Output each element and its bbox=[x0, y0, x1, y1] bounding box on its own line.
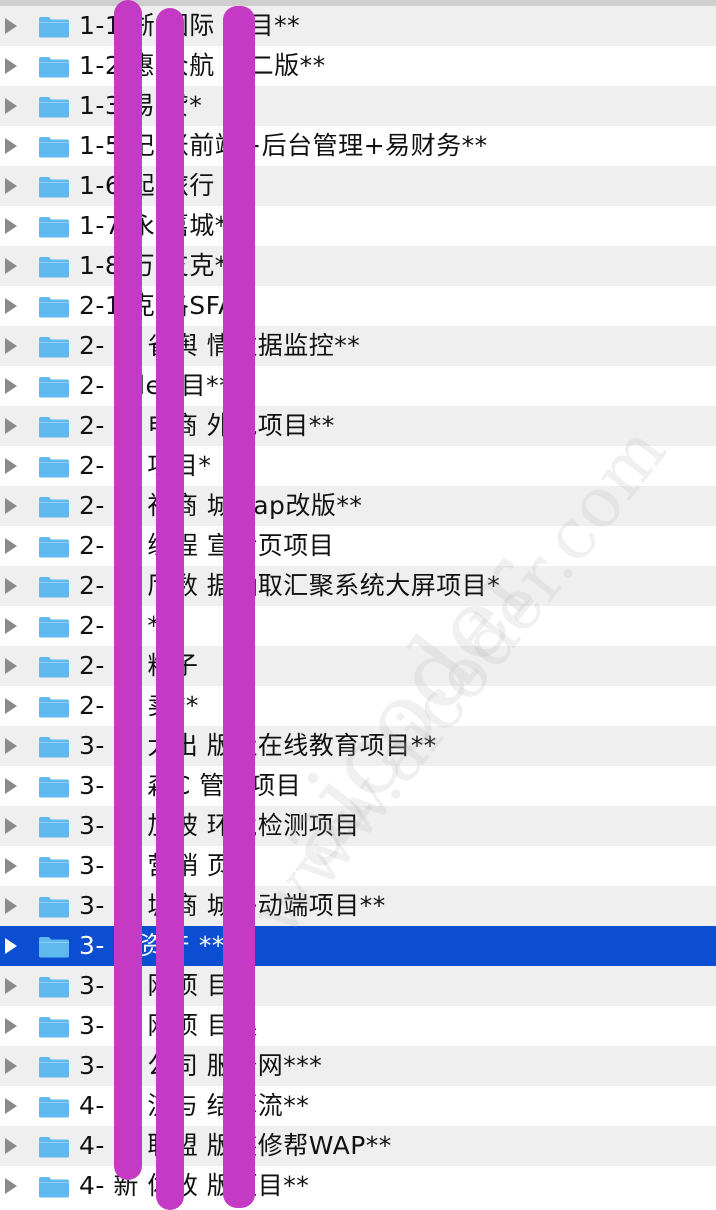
disclosure-triangle-icon[interactable] bbox=[5, 378, 17, 394]
disclosure-triangle-icon[interactable] bbox=[5, 18, 17, 34]
folder-icon bbox=[38, 176, 70, 198]
folder-icon bbox=[38, 856, 70, 878]
folder-row[interactable]: 3- 证 公司 服务网*** bbox=[0, 1046, 716, 1086]
folder-icon bbox=[38, 496, 70, 518]
folder-icon bbox=[38, 696, 70, 718]
folder-icon bbox=[38, 576, 70, 598]
disclosure-triangle-icon[interactable] bbox=[5, 658, 17, 674]
disclosure-triangle-icon[interactable] bbox=[5, 418, 17, 434]
folder-row[interactable]: 4- 物 流与 结算流** bbox=[0, 1086, 716, 1126]
folder-icon bbox=[38, 216, 70, 238]
folder-name: 3- X 资产 ** bbox=[79, 931, 225, 960]
folder-icon bbox=[38, 776, 70, 798]
disclosure-triangle-icon[interactable] bbox=[5, 1138, 17, 1154]
folder-list: 1-1 浙 国际 项目** 1-2 惠 众航 第二版**1-3 易 贷*1-5 记… bbox=[0, 6, 716, 1206]
disclosure-triangle-icon[interactable] bbox=[5, 858, 17, 874]
folder-row[interactable]: 2- oder 目** bbox=[0, 366, 716, 406]
disclosure-triangle-icon[interactable] bbox=[5, 298, 17, 314]
folder-icon bbox=[38, 136, 70, 158]
disclosure-triangle-icon[interactable] bbox=[5, 498, 17, 514]
folder-name: 1-6 起 旅行 bbox=[79, 171, 215, 200]
disclosure-triangle-icon[interactable] bbox=[5, 578, 17, 594]
folder-icon bbox=[38, 616, 70, 638]
folder-row[interactable]: 4- 新 体改 版项目** bbox=[0, 1166, 716, 1206]
disclosure-triangle-icon[interactable] bbox=[5, 738, 17, 754]
disclosure-triangle-icon[interactable] bbox=[5, 138, 17, 154]
folder-name: 4- 新 体改 版项目** bbox=[79, 1171, 310, 1200]
folder-icon bbox=[38, 976, 70, 998]
redaction-stroke-2 bbox=[156, 8, 184, 1210]
folder-icon bbox=[38, 256, 70, 278]
folder-icon bbox=[38, 376, 70, 398]
folder-row[interactable]: 3- X 资产 ** bbox=[0, 926, 716, 966]
disclosure-triangle-icon[interactable] bbox=[5, 978, 17, 994]
redaction-stroke-1 bbox=[114, 0, 142, 1180]
folder-row[interactable]: 2- 政 厅数 据抽取汇聚系统大屏项目* bbox=[0, 566, 716, 606]
disclosure-triangle-icon[interactable] bbox=[5, 1178, 17, 1194]
folder-row[interactable]: 3- 后 网项 目 bbox=[0, 966, 716, 1006]
folder-icon bbox=[38, 1056, 70, 1078]
disclosure-triangle-icon[interactable] bbox=[5, 698, 17, 714]
disclosure-triangle-icon[interactable] bbox=[5, 58, 17, 74]
folder-icon bbox=[38, 1016, 70, 1038]
folder-icon bbox=[38, 1096, 70, 1118]
folder-row[interactable]: 2- 施 省舆 情数据监控** bbox=[0, 326, 716, 366]
folder-icon bbox=[38, 656, 70, 678]
disclosure-triangle-icon[interactable] bbox=[5, 1018, 17, 1034]
disclosure-triangle-icon[interactable] bbox=[5, 1098, 17, 1114]
disclosure-triangle-icon[interactable] bbox=[5, 898, 17, 914]
folder-row[interactable]: 4- 商 联盟 版装修帮WAP** bbox=[0, 1126, 716, 1166]
folder-row[interactable]: 1-1 浙 国际 项目** bbox=[0, 6, 716, 46]
disclosure-triangle-icon[interactable] bbox=[5, 218, 17, 234]
folder-row[interactable]: 1-6 起 旅行 bbox=[0, 166, 716, 206]
disclosure-triangle-icon[interactable] bbox=[5, 538, 17, 554]
disclosure-triangle-icon[interactable] bbox=[5, 258, 17, 274]
folder-icon bbox=[38, 536, 70, 558]
disclosure-triangle-icon[interactable] bbox=[5, 938, 17, 954]
folder-row[interactable]: 3- 边 网项 目集 bbox=[0, 1006, 716, 1046]
folder-icon bbox=[38, 416, 70, 438]
folder-icon bbox=[38, 896, 70, 918]
folder-row[interactable]: 3- 商 城商 城移动端项目** bbox=[0, 886, 716, 926]
folder-name: 2- 办 项目* bbox=[79, 451, 212, 480]
folder-icon bbox=[38, 1136, 70, 1158]
folder-icon bbox=[38, 736, 70, 758]
disclosure-triangle-icon[interactable] bbox=[5, 1058, 17, 1074]
folder-icon bbox=[38, 336, 70, 358]
folder-name: 1-7 永 嘉城* bbox=[79, 211, 228, 240]
folder-name: 1-8 万 支克* bbox=[79, 251, 228, 280]
folder-row[interactable]: 1-8 万 支克* bbox=[0, 246, 716, 286]
disclosure-triangle-icon[interactable] bbox=[5, 178, 17, 194]
folder-icon bbox=[38, 56, 70, 78]
folder-icon bbox=[38, 16, 70, 38]
disclosure-triangle-icon[interactable] bbox=[5, 818, 17, 834]
folder-row[interactable]: 1-2 惠 众航 第二版** bbox=[0, 46, 716, 86]
folder-icon bbox=[38, 96, 70, 118]
folder-icon bbox=[38, 1176, 70, 1198]
folder-row[interactable]: 1-3 易 贷* bbox=[0, 86, 716, 126]
disclosure-triangle-icon[interactable] bbox=[5, 338, 17, 354]
folder-icon bbox=[38, 816, 70, 838]
disclosure-triangle-icon[interactable] bbox=[5, 98, 17, 114]
folder-name: 1-1 浙 国际 项目** bbox=[79, 11, 301, 40]
disclosure-triangle-icon[interactable] bbox=[5, 778, 17, 794]
folder-icon bbox=[38, 296, 70, 318]
folder-row[interactable]: 1-5 记 账前端+后台管理+易财务** bbox=[0, 126, 716, 166]
disclosure-triangle-icon[interactable] bbox=[5, 458, 17, 474]
folder-row[interactable]: 2-1 克 洛SFA bbox=[0, 286, 716, 326]
redaction-stroke-3 bbox=[223, 6, 255, 1208]
disclosure-triangle-icon[interactable] bbox=[5, 618, 17, 634]
folder-icon bbox=[38, 936, 70, 958]
folder-icon bbox=[38, 456, 70, 478]
folder-row[interactable]: 2- 惠 * bbox=[0, 606, 716, 646]
folder-row[interactable]: 1-7 永 嘉城* bbox=[0, 206, 716, 246]
